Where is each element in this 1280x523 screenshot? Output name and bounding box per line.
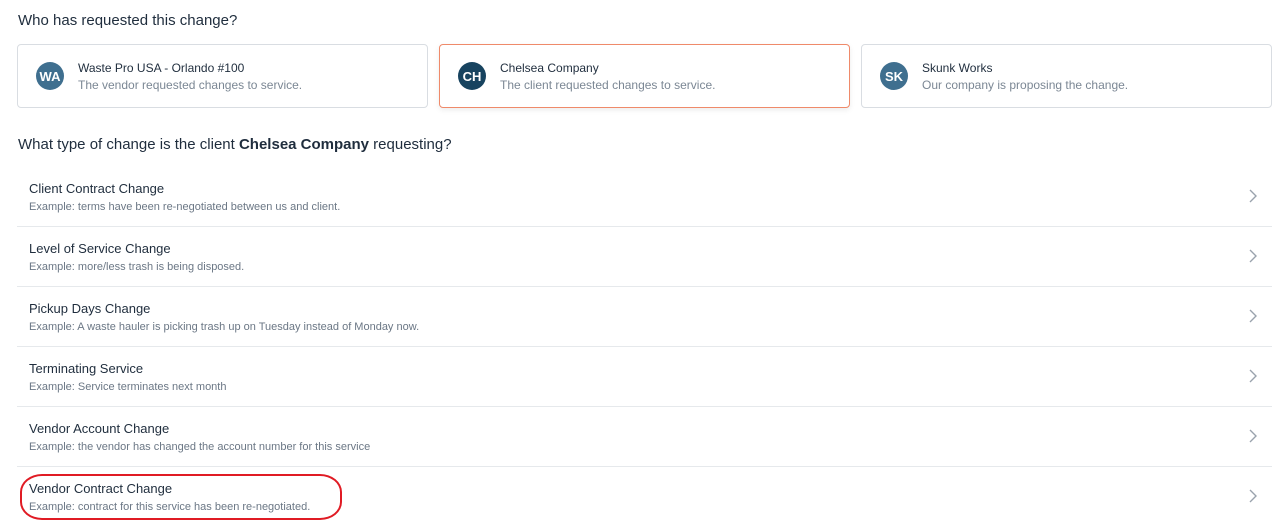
chevron-right-icon [1249, 189, 1257, 203]
change-request-page: Who has requested this change? WA Waste … [0, 0, 1280, 523]
chevron-right-icon [1249, 249, 1257, 263]
requester-card-subtitle: The client requested changes to service. [500, 77, 716, 92]
requester-card-our-company[interactable]: SK Skunk Works Our company is proposing … [861, 44, 1272, 108]
requester-question: Who has requested this change? [18, 12, 238, 29]
requester-card-subtitle: Our company is proposing the change. [922, 77, 1129, 92]
chevron-right-icon [1249, 309, 1257, 323]
chevron-right-icon [1249, 429, 1257, 443]
change-type-vendor-contract[interactable]: Vendor Contract Change Example: contract… [17, 467, 1272, 523]
chevron-right-icon [1249, 369, 1257, 383]
list-item-title: Level of Service Change [29, 241, 171, 256]
list-item-example: Example: more/less trash is being dispos… [29, 261, 245, 273]
requester-card-title: Chelsea Company [500, 60, 599, 75]
change-type-terminating-service[interactable]: Terminating Service Example: Service ter… [17, 347, 1272, 407]
list-item-title: Pickup Days Change [29, 301, 151, 316]
requester-card-vendor[interactable]: WA Waste Pro USA - Orlando #100 The vend… [17, 44, 428, 108]
avatar: CH [458, 62, 486, 90]
requester-card-client[interactable]: CH Chelsea Company The client requested … [439, 44, 850, 108]
requester-card-title: Skunk Works [922, 60, 993, 75]
change-type-list: Client Contract Change Example: terms ha… [17, 167, 1272, 523]
change-type-question: What type of change is the client Chelse… [18, 136, 452, 153]
list-item-example: Example: Service terminates next month [29, 381, 227, 393]
question-company-name: Chelsea Company [238, 136, 370, 153]
requester-card-title: Waste Pro USA - Orlando #100 [78, 60, 245, 75]
list-item-title: Vendor Account Change [29, 421, 170, 436]
change-type-pickup-days[interactable]: Pickup Days Change Example: A waste haul… [17, 287, 1272, 347]
requester-card-subtitle: The vendor requested changes to service. [78, 77, 303, 92]
list-item-example: Example: A waste hauler is picking trash… [29, 321, 420, 333]
list-item-title: Vendor Contract Change [29, 481, 173, 496]
list-item-example: Example: terms have been re-negotiated b… [29, 201, 341, 213]
avatar: SK [880, 62, 908, 90]
list-item-example: Example: contract for this service has b… [29, 501, 311, 513]
change-type-level-of-service[interactable]: Level of Service Change Example: more/le… [17, 227, 1272, 287]
list-item-title: Terminating Service [29, 361, 144, 376]
change-type-vendor-account[interactable]: Vendor Account Change Example: the vendo… [17, 407, 1272, 467]
list-item-title: Client Contract Change [29, 181, 165, 196]
avatar: WA [36, 62, 64, 90]
requester-cards: WA Waste Pro USA - Orlando #100 The vend… [17, 44, 1272, 108]
chevron-right-icon [1249, 489, 1257, 503]
list-item-example: Example: the vendor has changed the acco… [29, 441, 371, 453]
change-type-client-contract[interactable]: Client Contract Change Example: terms ha… [17, 167, 1272, 227]
